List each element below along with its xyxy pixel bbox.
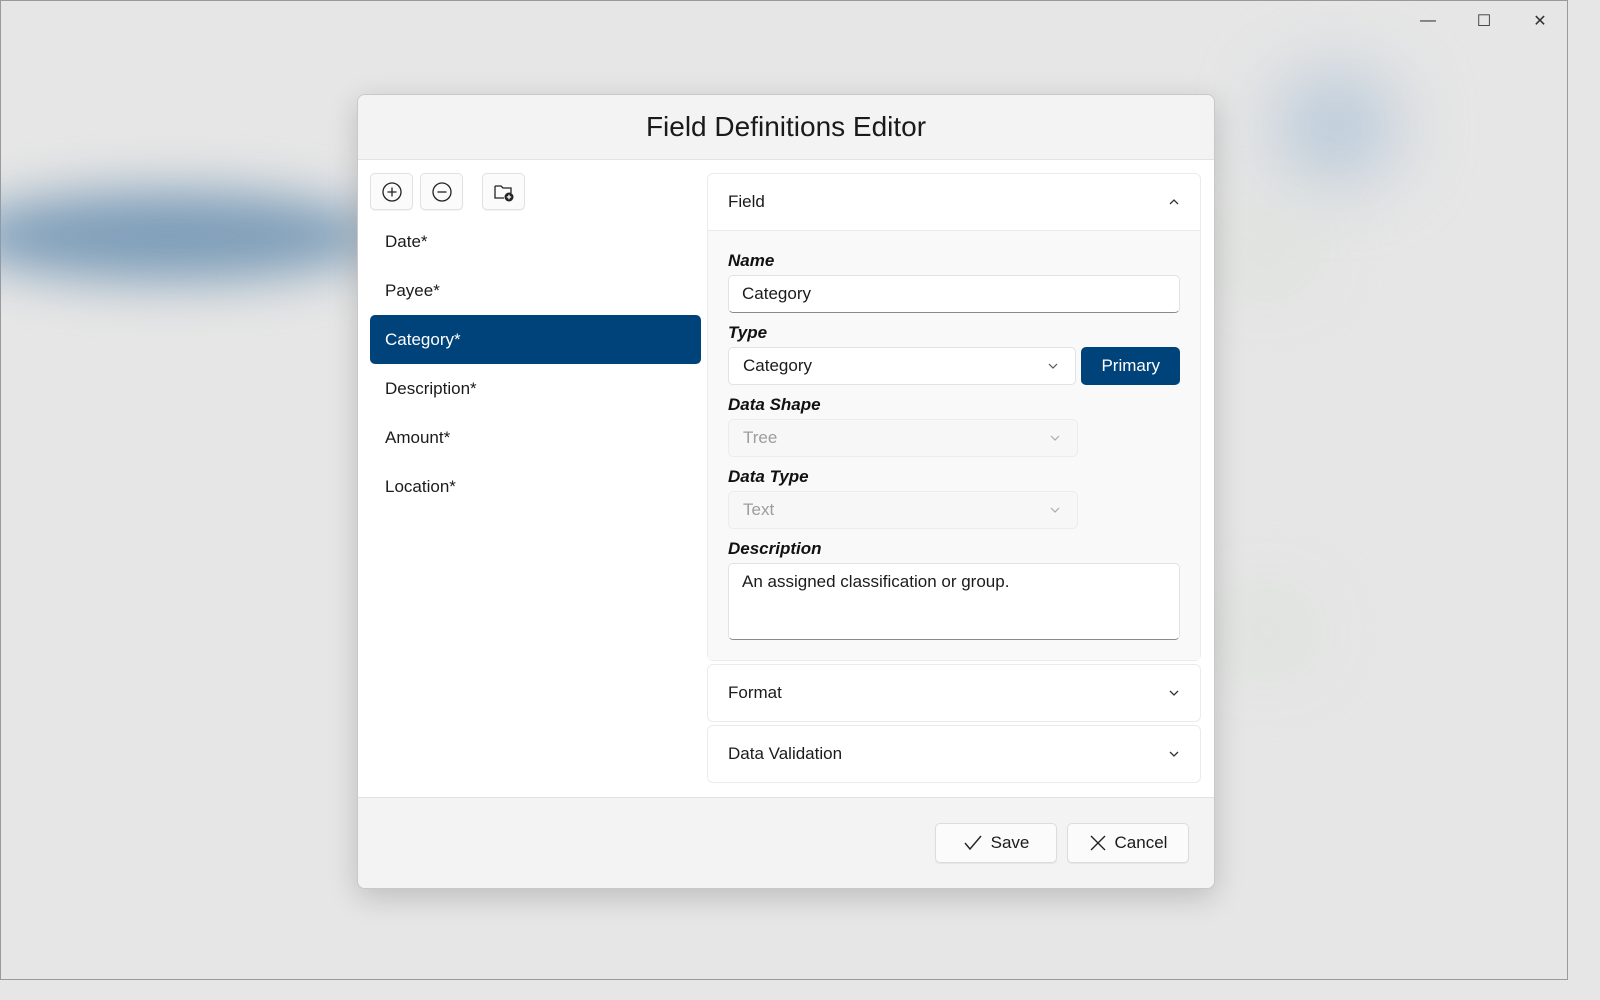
folder-add-icon (492, 181, 516, 203)
field-list-pane: Date* Payee* Category* Description* Amou… (370, 173, 702, 864)
field-details-pane: Field Name Category Type Category Primar… (707, 173, 1201, 786)
chevron-up-icon (1168, 196, 1180, 208)
close-icon (1089, 834, 1107, 852)
maximize-button[interactable]: ☐ (1456, 1, 1512, 41)
plus-circle-icon (381, 181, 403, 203)
name-label: Name (728, 251, 775, 270)
field-section-header[interactable]: Field (708, 174, 1200, 230)
format-section-header[interactable]: Format (708, 665, 1200, 721)
field-section: Field Name Category Type Category Primar… (707, 173, 1201, 661)
save-button[interactable]: Save (935, 823, 1057, 863)
type-value: Category (743, 356, 812, 375)
dialog-title: Field Definitions Editor (358, 95, 1214, 160)
field-section-body: Name Category Type Category Primary Data… (708, 230, 1200, 660)
data-validation-section-title: Data Validation (728, 744, 843, 763)
field-item-amount[interactable]: Amount* (370, 413, 701, 462)
add-folder-button[interactable] (482, 173, 525, 210)
save-label: Save (990, 833, 1030, 852)
data-validation-section: Data Validation (707, 725, 1201, 783)
description-textarea[interactable]: An assigned classification or group. (728, 563, 1180, 640)
data-type-dropdown: Text (728, 491, 1078, 529)
add-field-button[interactable] (370, 173, 413, 210)
field-item-date[interactable]: Date* (370, 217, 701, 266)
field-list: Date* Payee* Category* Description* Amou… (370, 217, 701, 511)
data-shape-value: Tree (743, 428, 778, 447)
type-label: Type (728, 323, 768, 342)
cancel-label: Cancel (1114, 833, 1168, 852)
field-item-description[interactable]: Description* (370, 364, 701, 413)
remove-field-button[interactable] (420, 173, 463, 210)
chevron-down-icon (1049, 504, 1061, 516)
type-dropdown[interactable]: Category (728, 347, 1077, 385)
description-label: Description (728, 539, 822, 558)
background-blur (1281, 81, 1391, 171)
background-blur (0, 191, 381, 281)
data-type-value: Text (743, 500, 775, 519)
format-section-title: Format (728, 683, 782, 702)
background-blur (1221, 601, 1311, 661)
minus-circle-icon (431, 181, 453, 203)
field-item-category[interactable]: Category* (370, 315, 701, 364)
primary-button[interactable]: Primary (1081, 347, 1180, 385)
background-blur (1221, 221, 1311, 281)
chevron-down-icon (1168, 748, 1180, 760)
dialog-footer: Save Cancel (358, 797, 1214, 888)
field-item-location[interactable]: Location* (370, 462, 701, 511)
minimize-button[interactable]: — (1400, 1, 1456, 41)
data-shape-label: Data Shape (728, 395, 821, 414)
chevron-down-icon (1047, 360, 1059, 372)
data-shape-dropdown: Tree (728, 419, 1078, 457)
chevron-down-icon (1168, 687, 1180, 699)
checkmark-icon (963, 834, 983, 852)
cancel-button[interactable]: Cancel (1067, 823, 1189, 863)
close-button[interactable]: ✕ (1512, 1, 1568, 41)
format-section: Format (707, 664, 1201, 722)
field-section-title: Field (728, 192, 765, 211)
chevron-down-icon (1049, 432, 1061, 444)
data-type-label: Data Type (728, 467, 809, 486)
name-input[interactable]: Category (728, 275, 1180, 313)
field-definitions-dialog: Field Definitions Editor Date* Payee* Ca… (357, 94, 1215, 889)
data-validation-section-header[interactable]: Data Validation (708, 726, 1200, 782)
field-item-payee[interactable]: Payee* (370, 266, 701, 315)
